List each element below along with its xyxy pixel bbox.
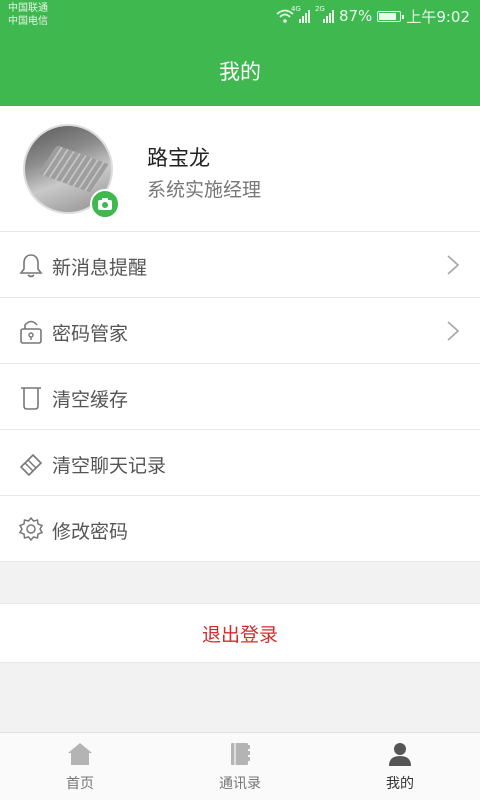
user-role: 系统实施经理 (147, 179, 262, 201)
battery-icon (377, 10, 405, 22)
tab-label: 我的 (386, 776, 414, 792)
chevron-right-icon (447, 255, 460, 275)
tab-home[interactable]: 首页 (0, 733, 160, 800)
eraser-icon (19, 453, 43, 476)
tab-label: 通讯录 (219, 776, 261, 792)
lock-icon (20, 320, 42, 344)
menu-item-clear-chat-history[interactable]: 清空聊天记录 (0, 430, 480, 496)
bell-icon (19, 254, 43, 278)
profile-card[interactable]: 路宝龙 系统实施经理 (0, 106, 480, 232)
bottom-tab-bar: 首页 通讯录 我的 (0, 732, 480, 800)
tab-label: 首页 (66, 776, 94, 792)
carrier-info: 中国联通 中国电信 (8, 2, 48, 28)
chevron-right-icon (447, 321, 460, 341)
menu-item-clear-cache[interactable]: 清空缓存 (0, 364, 480, 430)
network-type-2: 2G (314, 5, 325, 13)
gear-icon (18, 516, 44, 542)
contacts-book-icon (231, 743, 250, 765)
menu-item-label: 清空聊天记录 (52, 455, 167, 477)
menu-item-label: 新消息提醒 (52, 257, 148, 279)
menu-item-password-manager[interactable]: 密码管家 (0, 298, 480, 364)
page-title: 我的 (219, 60, 261, 84)
menu-item-label: 清空缓存 (52, 389, 129, 411)
home-icon (68, 743, 92, 765)
status-bar: 中国联通 中国电信 4G 2G 87% 上午9:02 (0, 0, 480, 32)
tab-mine[interactable]: 我的 (320, 733, 480, 800)
clock: 上午9:02 (406, 7, 470, 26)
network-type-1: 4G (290, 5, 301, 13)
tab-contacts[interactable]: 通讯录 (160, 733, 320, 800)
menu-item-label: 密码管家 (52, 323, 129, 345)
carrier-2: 中国电信 (8, 16, 48, 27)
signal-2g-icon: 2G (315, 5, 334, 23)
person-icon (389, 743, 411, 766)
menu-item-change-password[interactable]: 修改密码 (0, 496, 480, 562)
camera-icon[interactable] (90, 189, 120, 219)
status-indicators: 4G 2G 87% 上午9:02 (276, 5, 470, 27)
user-name: 路宝龙 (147, 146, 210, 170)
menu-item-label: 修改密码 (52, 521, 129, 543)
logout-button[interactable]: 退出登录 (0, 603, 480, 663)
carrier-1: 中国联通 (8, 3, 48, 14)
top-bar: 中国联通 中国电信 4G 2G 87% 上午9:02 我的 (0, 0, 480, 106)
settings-menu: 新消息提醒 密码管家 清空缓存 清空聊天记录 修改密码 (0, 232, 480, 562)
battery-percent: 87% (338, 7, 373, 25)
menu-item-notifications[interactable]: 新消息提醒 (0, 232, 480, 298)
trash-icon (21, 387, 41, 410)
signal-4g-icon: 4G (291, 5, 310, 23)
